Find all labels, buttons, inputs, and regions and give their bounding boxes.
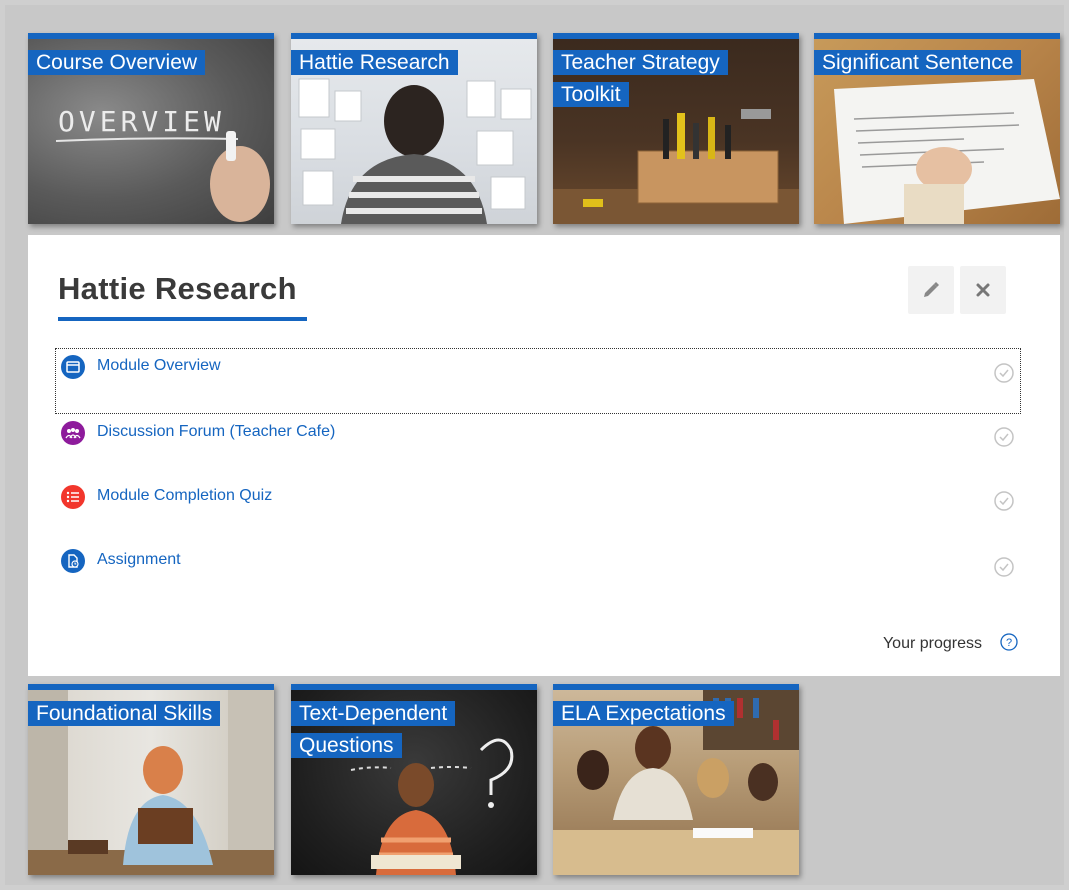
- help-icon[interactable]: ?: [1000, 633, 1018, 651]
- tile-label: Text-Dependent Questions: [291, 698, 491, 762]
- completion-check-icon[interactable]: [994, 427, 1014, 447]
- quiz-icon: [61, 485, 85, 509]
- section-panel: Hattie Research Module Overview Discussi…: [28, 235, 1060, 676]
- tile-label: Teacher Strategy Toolkit: [553, 47, 753, 111]
- tile-label: Significant Sentence: [814, 47, 1022, 79]
- tile-label: ELA Expectations: [553, 698, 734, 730]
- activity-link[interactable]: Module Overview: [97, 357, 221, 375]
- assignment-icon: [61, 549, 85, 573]
- activity-assignment[interactable]: Assignment: [56, 543, 1020, 607]
- activity-link[interactable]: Assignment: [97, 551, 181, 569]
- activity-discussion-forum[interactable]: Discussion Forum (Teacher Cafe): [56, 415, 1020, 479]
- overview-chalk-text: OVERVIEW: [58, 105, 225, 138]
- activity-module-completion-quiz[interactable]: Module Completion Quiz: [56, 479, 1020, 543]
- activity-link[interactable]: Discussion Forum (Teacher Cafe): [97, 423, 335, 441]
- tile-foundational-skills[interactable]: Foundational Skills: [28, 684, 274, 875]
- completion-check-icon[interactable]: [994, 491, 1014, 511]
- tile-label: Course Overview: [28, 47, 206, 79]
- progress-label: Your progress: [882, 635, 982, 652]
- activity-link[interactable]: Module Completion Quiz: [97, 487, 272, 505]
- pencil-icon: [924, 282, 939, 297]
- tile-significant-sentence[interactable]: Significant Sentence: [814, 33, 1060, 224]
- tile-teacher-strategy-toolkit[interactable]: Teacher Strategy Toolkit: [553, 33, 799, 224]
- tile-label: Hattie Research: [291, 47, 458, 79]
- tile-label: Foundational Skills: [28, 698, 221, 730]
- title-underline: [58, 317, 307, 321]
- page-icon: [61, 355, 85, 379]
- edit-button[interactable]: [908, 266, 954, 314]
- tile-text-dependent-questions[interactable]: Text-Dependent Questions: [291, 684, 537, 875]
- close-button[interactable]: [960, 266, 1006, 314]
- completion-check-icon[interactable]: [994, 557, 1014, 577]
- close-icon: [976, 283, 990, 297]
- section-title: Hattie Research: [58, 271, 297, 306]
- tile-course-overview[interactable]: OVERVIEW Course Overview: [28, 33, 274, 224]
- activity-module-overview[interactable]: Module Overview: [55, 348, 1021, 414]
- svg-text:?: ?: [1006, 637, 1012, 649]
- forum-icon: [61, 421, 85, 445]
- tile-ela-expectations[interactable]: ELA Expectations: [553, 684, 799, 875]
- tile-hattie-research[interactable]: Hattie Research: [291, 33, 537, 224]
- completion-check-icon[interactable]: [994, 363, 1014, 383]
